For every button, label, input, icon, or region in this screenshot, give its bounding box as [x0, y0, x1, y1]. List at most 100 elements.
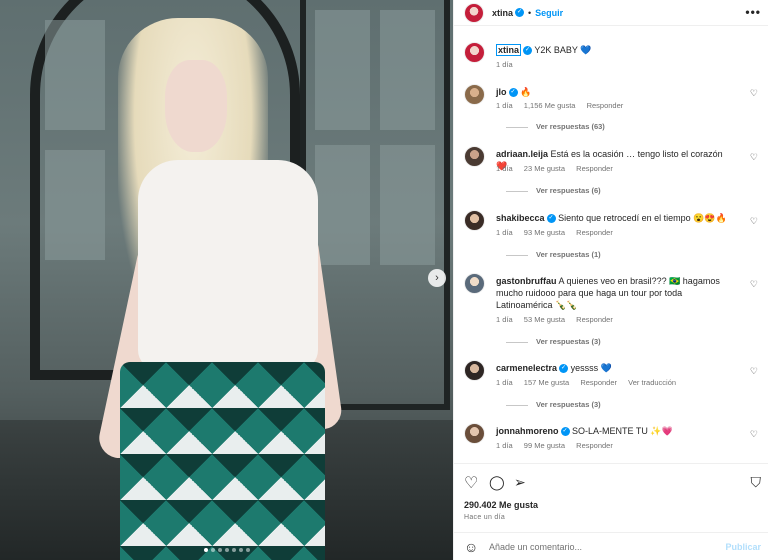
reply-button[interactable]: Responder [576, 315, 613, 324]
comment-input[interactable] [489, 538, 709, 556]
comment-text: Siento que retrocedí en el tiempo 😮😍🔥 [558, 213, 727, 223]
comment-likes[interactable]: 53 Me gusta [524, 315, 565, 324]
like-icon[interactable]: ♡ [464, 473, 478, 493]
more-options-icon[interactable]: ••• [745, 5, 761, 19]
carousel-next-button[interactable]: › [428, 269, 446, 287]
follow-button[interactable]: Seguir [535, 8, 563, 18]
caption-username[interactable]: xtina [496, 44, 522, 56]
carousel-dot[interactable] [210, 548, 215, 552]
comment-username[interactable]: carmenelectra [496, 363, 557, 373]
window-pane [380, 145, 435, 265]
comment-body: carmenelectra ✓ yessss 💙 [496, 362, 736, 374]
post-side-panel: xtina ✓ • Seguir ••• xtina ✓ Y2K BABY 💙 1… [453, 0, 768, 560]
comment-username[interactable]: gastonbruffau [496, 276, 557, 286]
window-pane [315, 145, 370, 265]
comment-time[interactable]: 1 día [496, 101, 513, 110]
comment-meta: 1 día 23 Me gusta Responder [496, 164, 622, 173]
carousel-dot[interactable] [224, 548, 229, 552]
window-pane [45, 150, 105, 260]
emoji-icon[interactable]: ☺ [464, 539, 478, 555]
share-icon[interactable]: ➢ [514, 474, 526, 491]
comment-username[interactable]: shakibecca [496, 213, 545, 223]
comment-meta: 1 día 99 Me gusta Responder [496, 441, 622, 450]
comment-heart-icon[interactable]: ♡ [750, 216, 758, 227]
likes-count[interactable]: 290.402 Me gusta [464, 500, 538, 510]
window-pane [315, 10, 370, 130]
view-replies-button[interactable]: Ver respuestas (3) [506, 337, 601, 346]
comment-username[interactable]: jonnahmoreno [496, 426, 559, 436]
caption-body: Y2K BABY 💙 [534, 45, 592, 55]
comment-composer: ☺ Publicar [454, 532, 768, 560]
view-replies-button[interactable]: Ver respuestas (3) [506, 400, 601, 409]
carousel-dot[interactable] [231, 548, 236, 552]
verified-icon: ✓ [515, 8, 525, 17]
avatar[interactable] [464, 360, 485, 381]
post-username[interactable]: xtina [492, 8, 513, 18]
avatar[interactable] [464, 146, 485, 167]
comment-heart-icon[interactable]: ♡ [750, 88, 758, 99]
view-replies-button[interactable]: Ver respuestas (6) [506, 186, 601, 195]
publish-button[interactable]: Publicar [725, 542, 761, 552]
comment-time[interactable]: 1 día [496, 441, 513, 450]
avatar[interactable] [464, 2, 484, 23]
comment-likes[interactable]: 23 Me gusta [524, 164, 565, 173]
caption-time[interactable]: 1 día [496, 60, 513, 69]
comment-time[interactable]: 1 día [496, 164, 513, 173]
view-replies-button[interactable]: Ver respuestas (1) [506, 250, 601, 259]
comment-heart-icon[interactable]: ♡ [750, 429, 758, 440]
comment-text: SO-LA-MENTE TU ✨💗 [572, 426, 673, 436]
reply-button[interactable]: Responder [587, 101, 624, 110]
carousel-dot[interactable] [217, 548, 222, 552]
comment-text: yessss 💙 [570, 363, 612, 373]
comment-heart-icon[interactable]: ♡ [750, 152, 758, 163]
comment-text: 🔥 [520, 87, 532, 97]
comment-time[interactable]: 1 día [496, 315, 513, 324]
comment-time[interactable]: 1 día [496, 378, 513, 387]
post-header: xtina ✓ • Seguir ••• [454, 0, 768, 26]
verified-icon: ✓ [560, 427, 570, 437]
comment-username[interactable]: adriaan.leija [496, 149, 548, 159]
caption-meta: 1 día [496, 60, 522, 69]
post-actions: ♡ ◯ ➢ ⛉ 290.402 Me gusta Hace un día ☺ P… [454, 463, 768, 560]
comment-likes[interactable]: 93 Me gusta [524, 228, 565, 237]
comment-username[interactable]: jlo [496, 87, 507, 97]
reply-button[interactable]: Responder [580, 378, 617, 387]
avatar[interactable] [464, 84, 485, 105]
avatar[interactable] [464, 423, 485, 444]
save-icon[interactable]: ⛉ [751, 474, 762, 491]
comment-likes[interactable]: 99 Me gusta [524, 441, 565, 450]
carousel-dots [0, 548, 453, 552]
translate-button[interactable]: Ver traducción [628, 378, 676, 387]
carousel-dot[interactable] [203, 548, 208, 552]
verified-icon: ✓ [523, 46, 533, 56]
view-replies-button[interactable]: Ver respuestas (63) [506, 122, 605, 131]
window-pane [45, 20, 105, 130]
window-pane [380, 10, 435, 130]
carousel-dot[interactable] [245, 548, 250, 552]
comment-icon[interactable]: ◯ [489, 474, 505, 491]
reply-button[interactable]: Responder [576, 164, 613, 173]
comment-heart-icon[interactable]: ♡ [750, 366, 758, 377]
comment-body: jlo ✓ 🔥 [496, 86, 736, 98]
comment-likes[interactable]: 157 Me gusta [524, 378, 569, 387]
post-timestamp[interactable]: Hace un día [464, 514, 505, 521]
reply-button[interactable]: Responder [576, 441, 613, 450]
comment-time[interactable]: 1 día [496, 228, 513, 237]
comment-body: gastonbruffau A quienes veo en brasil???… [496, 275, 736, 311]
comment-likes[interactable]: 1,156 Me gusta [524, 101, 576, 110]
comment-meta: 1 día 53 Me gusta Responder [496, 315, 622, 324]
figure-shirt [138, 160, 318, 370]
caption-text: xtina ✓ Y2K BABY 💙 [496, 44, 736, 56]
figure-pants [120, 362, 325, 560]
comment-heart-icon[interactable]: ♡ [750, 279, 758, 290]
post-photo[interactable]: › [0, 0, 453, 560]
carousel-dot[interactable] [238, 548, 243, 552]
avatar[interactable] [464, 210, 485, 231]
avatar[interactable] [464, 273, 485, 294]
avatar[interactable] [464, 42, 485, 63]
verified-icon: ✓ [559, 364, 569, 374]
verified-icon: ✓ [546, 214, 556, 224]
comment-meta: 1 día 1,156 Me gusta Responder [496, 101, 632, 110]
reply-button[interactable]: Responder [576, 228, 613, 237]
comments-list[interactable]: xtina ✓ Y2K BABY 💙 1 día jlo ✓ 🔥 1 día 1,1… [454, 32, 768, 462]
